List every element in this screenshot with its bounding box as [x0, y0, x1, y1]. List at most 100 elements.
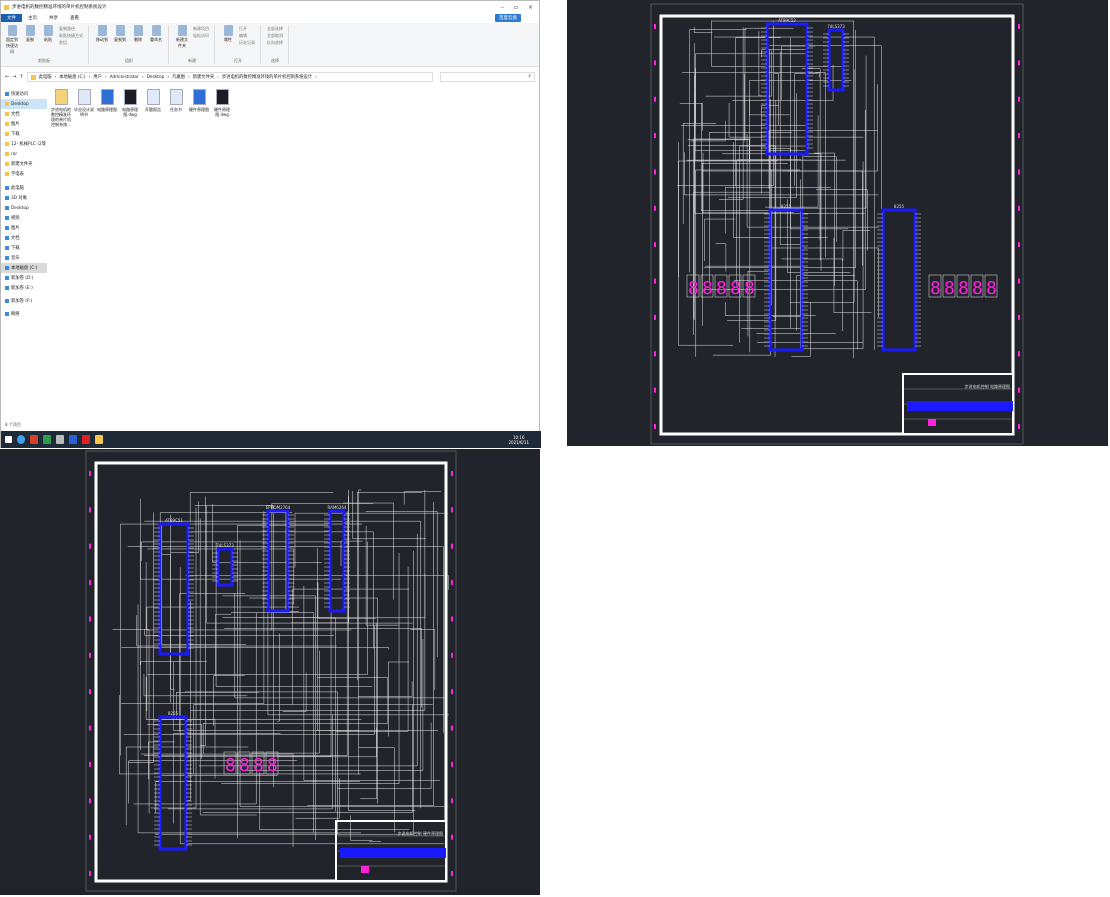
nav-item[interactable]: 新建文件夹: [1, 159, 47, 169]
nav-item[interactable]: 图片: [1, 223, 47, 233]
folder-icon: [5, 102, 9, 106]
breadcrumb-item[interactable]: Administrator: [110, 75, 139, 80]
nav-item[interactable]: 学电表: [1, 169, 47, 179]
wire: [176, 692, 259, 720]
search-input[interactable]: ⌕: [440, 72, 535, 82]
nav-item[interactable]: 新加卷 (F:): [1, 296, 47, 306]
breadcrumb-item[interactable]: 此电脑: [39, 74, 52, 80]
wire: [342, 502, 394, 600]
ribbon-small-button[interactable]: 剪切: [59, 39, 83, 46]
breadcrumb-item[interactable]: 凡嘉图: [172, 74, 185, 80]
ribbon-button[interactable]: 属性: [221, 25, 235, 46]
wire: [765, 115, 819, 208]
ribbon-icon: [43, 25, 53, 36]
cad-drawing-circuit: 步进电机控制 电路原理图 AT89C52 74LS373 8255 8255 8 8 8 8 8 8…: [567, 0, 1108, 446]
file-item[interactable]: 毕业设计说明书: [74, 89, 94, 127]
zone-marker: [654, 242, 656, 248]
wire: [410, 629, 436, 690]
app-icon[interactable]: [30, 435, 38, 444]
segment-glyph: 8: [702, 278, 713, 299]
wire: [403, 491, 442, 505]
app-icon[interactable]: [69, 435, 77, 444]
nav-item[interactable]: 文档: [1, 109, 47, 119]
ribbon-small-button[interactable]: 反向选择: [267, 39, 283, 46]
nav-item[interactable]: 3D 对象: [1, 193, 47, 203]
ribbon-button[interactable]: 固定到快速访问: [5, 25, 19, 55]
file-item[interactable]: 电路原理图.dwg: [120, 89, 140, 127]
file-item[interactable]: 任务书: [166, 89, 186, 127]
file-item[interactable]: 步进电机的数控精准环境的单片机控制系统...: [51, 89, 71, 127]
zone-marker: [654, 133, 656, 139]
breadcrumb-item[interactable]: 本地磁盘 (C:): [59, 74, 85, 80]
ribbon-button[interactable]: 粘贴: [41, 25, 55, 55]
dwg-file-icon: [215, 89, 229, 105]
tab-home[interactable]: 主页: [22, 14, 43, 22]
ribbon-small-button[interactable]: 粘贴快捷方式: [59, 32, 83, 39]
segment-glyph: 8: [239, 755, 250, 776]
ribbon-button[interactable]: 复制到: [113, 25, 127, 43]
nav-item[interactable]: 新加卷 (D:): [1, 273, 47, 283]
minimize-button[interactable]: –: [501, 4, 504, 11]
forward-icon[interactable]: →: [12, 74, 16, 80]
start-icon[interactable]: [5, 436, 12, 443]
ribbon-small-button[interactable]: 历史记录: [239, 39, 255, 46]
ribbon-small-button[interactable]: 新建项目: [193, 25, 209, 32]
system-tray[interactable]: 10:16 2021/6/11: [508, 435, 541, 445]
excel-icon[interactable]: [43, 435, 51, 444]
ribbon-small-button[interactable]: 编辑: [239, 32, 255, 39]
nav-item[interactable]: 下载: [1, 243, 47, 253]
nav-item[interactable]: 音乐: [1, 253, 47, 263]
ribbon-small-button[interactable]: 打开: [239, 25, 255, 32]
zone-marker: [451, 471, 453, 476]
tab-view[interactable]: 查看: [64, 14, 85, 22]
nav-item[interactable]: 文档: [1, 233, 47, 243]
ribbon-small-button[interactable]: 复制路径: [59, 25, 83, 32]
tab-share[interactable]: 共享: [43, 14, 64, 22]
nav-item[interactable]: 快速访问: [1, 89, 47, 99]
back-icon[interactable]: ←: [5, 74, 9, 80]
file-item[interactable]: 硬件原理图.dwg: [212, 89, 232, 127]
nav-item[interactable]: Desktop: [1, 99, 47, 109]
wire: [144, 511, 348, 756]
file-item[interactable]: 硬件原理图: [189, 89, 209, 127]
ribbon-button[interactable]: 复制: [23, 25, 37, 55]
search-app-icon[interactable]: [17, 435, 25, 444]
close-button[interactable]: ×: [528, 4, 533, 11]
ribbon-small-button[interactable]: 轻松访问: [193, 32, 209, 39]
autocad-icon[interactable]: [82, 435, 90, 444]
nav-item[interactable]: 本地磁盘 (C:): [1, 263, 47, 273]
nav-item[interactable]: 12- 机械PLC (2等: [1, 139, 47, 149]
ribbon-button[interactable]: 删除: [131, 25, 145, 43]
ribbon-button[interactable]: 重命名: [149, 25, 163, 43]
wire: [758, 30, 763, 97]
ribbon-small-button[interactable]: 全部选择: [267, 25, 283, 32]
ribbon-button[interactable]: 新建文件夹: [175, 25, 189, 49]
file-item[interactable]: 电路原理图: [97, 89, 117, 127]
explorer-icon[interactable]: [95, 435, 103, 444]
nav-item[interactable]: rar: [1, 149, 47, 159]
nav-item[interactable]: 图片: [1, 119, 47, 129]
breadcrumb-item[interactable]: 用户: [93, 74, 102, 80]
ribbon-group-label: 打开: [234, 58, 242, 63]
nav-item[interactable]: 此电脑: [1, 183, 47, 193]
ribbon-button[interactable]: 移动到: [95, 25, 109, 43]
tab-file[interactable]: 文件: [1, 14, 22, 22]
breadcrumb-item[interactable]: 步进电机的数控精准环境的单片机控制系统设计: [222, 74, 312, 80]
breadcrumb[interactable]: 此电脑 › 本地磁盘 (C:) › 用户 › Administrator › Desktop › 凡…: [26, 72, 433, 82]
maximize-button[interactable]: ▫: [514, 4, 518, 11]
folder-icon: [5, 142, 9, 146]
breadcrumb-item[interactable]: 新建文件夹: [193, 74, 214, 80]
nav-item[interactable]: 视频: [1, 213, 47, 223]
nav-item[interactable]: Desktop: [1, 203, 47, 213]
app-icon[interactable]: [56, 435, 64, 444]
up-icon[interactable]: ↑: [19, 74, 23, 80]
ribbon-small-button[interactable]: 全部取消: [267, 32, 283, 39]
chevron-right-icon: ›: [167, 74, 170, 80]
nav-item[interactable]: 网络: [1, 309, 47, 319]
breadcrumb-item[interactable]: Desktop: [147, 75, 165, 80]
file-item[interactable]: 开题报告: [143, 89, 163, 127]
nav-item[interactable]: 新加卷 (E:): [1, 283, 47, 293]
cloud-button[interactable]: 百度云盘: [495, 14, 521, 22]
nav-item[interactable]: 下载: [1, 129, 47, 139]
segment-glyph: 8: [716, 278, 727, 299]
